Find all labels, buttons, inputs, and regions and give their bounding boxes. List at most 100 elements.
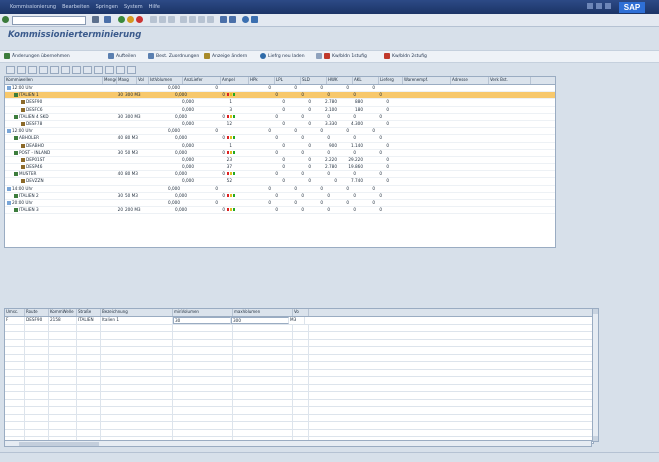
tree-row[interactable]: ITALIEN 3 20 200 M3 0,000 0 0 0 0 0 0	[5, 207, 555, 215]
tree-row[interactable]: 12:00 Uhr 0,000 0 0 0 0 0 0	[5, 85, 555, 93]
maximize-icon[interactable]	[596, 3, 602, 9]
command-field[interactable]	[12, 16, 86, 25]
col-anzlieferungen[interactable]: AnzLiefer	[183, 77, 221, 84]
help-icon[interactable]	[242, 16, 249, 23]
col-verk-bst[interactable]: Verk Bst.	[489, 77, 531, 84]
col-bezeichnung[interactable]: Bezeichnung	[101, 309, 173, 316]
cell-menge	[117, 143, 131, 149]
tree-row[interactable]: ABHOLER 40 80 M3 0,000 0 0 0 0 0 0	[5, 135, 555, 143]
sort-desc-icon[interactable]	[50, 66, 59, 74]
info-icon[interactable]	[127, 66, 136, 74]
filter-icon[interactable]	[72, 66, 81, 74]
find-next-icon[interactable]	[168, 16, 175, 23]
sum-icon[interactable]	[83, 66, 92, 74]
tree-row[interactable]: DEABHO 0,000 1 0 0 900 1.140 0	[5, 143, 555, 150]
col-minvolumen[interactable]: minVolumen	[173, 309, 233, 316]
maxvolumen-input[interactable]: 300	[231, 317, 289, 324]
col-kommwelle[interactable]: KommWelle	[49, 309, 77, 316]
empty-cell	[25, 414, 49, 421]
export-icon[interactable]	[105, 66, 114, 74]
layout-icon[interactable]	[251, 16, 258, 23]
split-button[interactable]: Aufteilen	[108, 53, 136, 59]
col-route[interactable]: Route	[25, 309, 49, 316]
cell-istv: 0,000	[175, 207, 187, 213]
tree-row[interactable]: ITALIEN 1 30 300 M3 0,000 0 0 0 0 0 0	[5, 92, 555, 100]
new-session-icon[interactable]	[220, 16, 227, 23]
col-menge[interactable]: Menge	[103, 77, 117, 84]
menu-item-springen[interactable]: Springen	[96, 4, 118, 10]
details-icon[interactable]	[6, 66, 15, 74]
assignments-button[interactable]: Best. Zuordnungen	[148, 53, 199, 59]
col-adresse[interactable]: Adresse	[451, 77, 489, 84]
wave-1-stage-button[interactable]: Kw/bldn 1stufig	[316, 53, 367, 59]
col-maxvolumen[interactable]: maxVolumen	[233, 309, 293, 316]
empty-cell	[5, 369, 25, 376]
layout-icon[interactable]	[116, 66, 125, 74]
horizontal-scrollbar[interactable]	[4, 440, 592, 447]
tree-row[interactable]: POST - INLAND 30 50 M3 0,000 0 0 0 0 0 0	[5, 150, 555, 157]
tree-row[interactable]: 14:00 Uhr 0,000 0 0 0 0 0 0	[5, 186, 555, 193]
menu-item-bearbeiten[interactable]: Bearbeiten	[62, 4, 89, 10]
scroll-thumb[interactable]	[19, 442, 99, 446]
menu-item-hilfe[interactable]: Hilfe	[149, 4, 160, 10]
col-sld[interactable]: SLD	[301, 77, 327, 84]
table-row[interactable]: F DESF90 2158 ITALIEN Italien 1 30 300 M…	[5, 317, 593, 325]
tree-row[interactable]: ITALIEN 4 SKD 30 300 M3 0,000 0 0 0 0 0 0	[5, 114, 555, 121]
reload-deliveries-button[interactable]: Liefrg neu laden	[260, 53, 305, 59]
back-icon[interactable]	[118, 16, 125, 23]
col-vo[interactable]: Vo	[293, 309, 309, 316]
col-hpk[interactable]: HPk	[249, 77, 275, 84]
tree-row[interactable]: DESP46 0,000 37 0 0 2.780 19.860 0	[5, 164, 555, 172]
change-display-button[interactable]: Anzeige ändern	[204, 53, 247, 59]
collapse-icon[interactable]	[28, 66, 37, 74]
col-ampel[interactable]: Ampel	[221, 77, 249, 84]
prev-page-icon[interactable]	[189, 16, 196, 23]
minvolumen-input[interactable]: 30	[173, 317, 231, 324]
tree-row[interactable]: DEP01ST 0,000 23 0 0 2.220 29.220 0	[5, 157, 555, 165]
tree-row[interactable]: DESF90 0,000 1 0 0 2.780 880 0	[5, 99, 555, 107]
expand-icon[interactable]	[17, 66, 26, 74]
tree-row[interactable]: 20:00 Uhr 0,000 0 0 0 0 0 0	[5, 200, 555, 208]
col-istvolumen[interactable]: IstVolumen	[149, 77, 183, 84]
empty-cell	[101, 422, 173, 429]
last-page-icon[interactable]	[207, 16, 214, 23]
col-lpl[interactable]: LPL	[275, 77, 301, 84]
tree-row[interactable]: MUSTER 40 80 M3 0,000 0 0 0 0 0 0	[5, 171, 555, 179]
vertical-scrollbar[interactable]	[592, 308, 599, 442]
dropdown-icon[interactable]	[92, 16, 99, 23]
print-icon[interactable]	[150, 16, 157, 23]
close-icon[interactable]	[605, 3, 611, 9]
col-strasse[interactable]: Straße	[77, 309, 101, 316]
next-page-icon[interactable]	[198, 16, 205, 23]
col-umsc[interactable]: Umsc.	[5, 309, 25, 316]
scroll-down-icon[interactable]	[593, 436, 598, 441]
col-lieferg[interactable]: Lieferg	[379, 77, 403, 84]
exit-icon[interactable]	[127, 16, 134, 23]
col-hwk[interactable]: HWK	[327, 77, 353, 84]
wave-2-stage-button[interactable]: Kw/bldn 2stufig	[384, 53, 427, 59]
tree-row[interactable]: DESFC6 0,000 3 0 0 2.100 180 0	[5, 107, 555, 114]
col-akl[interactable]: AKL	[353, 77, 379, 84]
tree-row[interactable]: DESF78 0,000 12 0 0 3.330 4.300 0	[5, 121, 555, 129]
col-warenempf[interactable]: Warenempf.	[403, 77, 451, 84]
tree-row[interactable]: DEVZZN 0,000 52 0 0 0 7.740 0	[5, 178, 555, 186]
tree-row[interactable]: ITALIEN 2 30 50 M3 0,000 0 0 0 0 0 0	[5, 193, 555, 200]
col-max[interactable]: Maxg	[117, 77, 137, 84]
first-page-icon[interactable]	[180, 16, 187, 23]
cancel-icon[interactable]	[136, 16, 143, 23]
col-kommiwellen[interactable]: Kommiwellen	[5, 77, 103, 84]
shortcut-icon[interactable]	[229, 16, 236, 23]
print-icon[interactable]	[94, 66, 103, 74]
col-vol[interactable]: Vol	[137, 77, 149, 84]
menu-item-system[interactable]: System	[124, 4, 143, 10]
save-icon[interactable]	[104, 16, 111, 23]
sort-asc-icon[interactable]	[39, 66, 48, 74]
find-icon[interactable]	[159, 16, 166, 23]
scroll-up-icon[interactable]	[593, 309, 598, 314]
minimize-icon[interactable]	[587, 3, 593, 9]
enter-icon[interactable]	[2, 16, 9, 23]
find-icon[interactable]	[61, 66, 70, 74]
tree-row[interactable]: 12:00 Uhr 0,000 0 0 0 0 0 0	[5, 128, 555, 136]
menu-item-kommissionierung[interactable]: Kommissionierung	[10, 4, 56, 10]
apply-changes-button[interactable]: Änderungen übernehmen	[4, 53, 70, 59]
